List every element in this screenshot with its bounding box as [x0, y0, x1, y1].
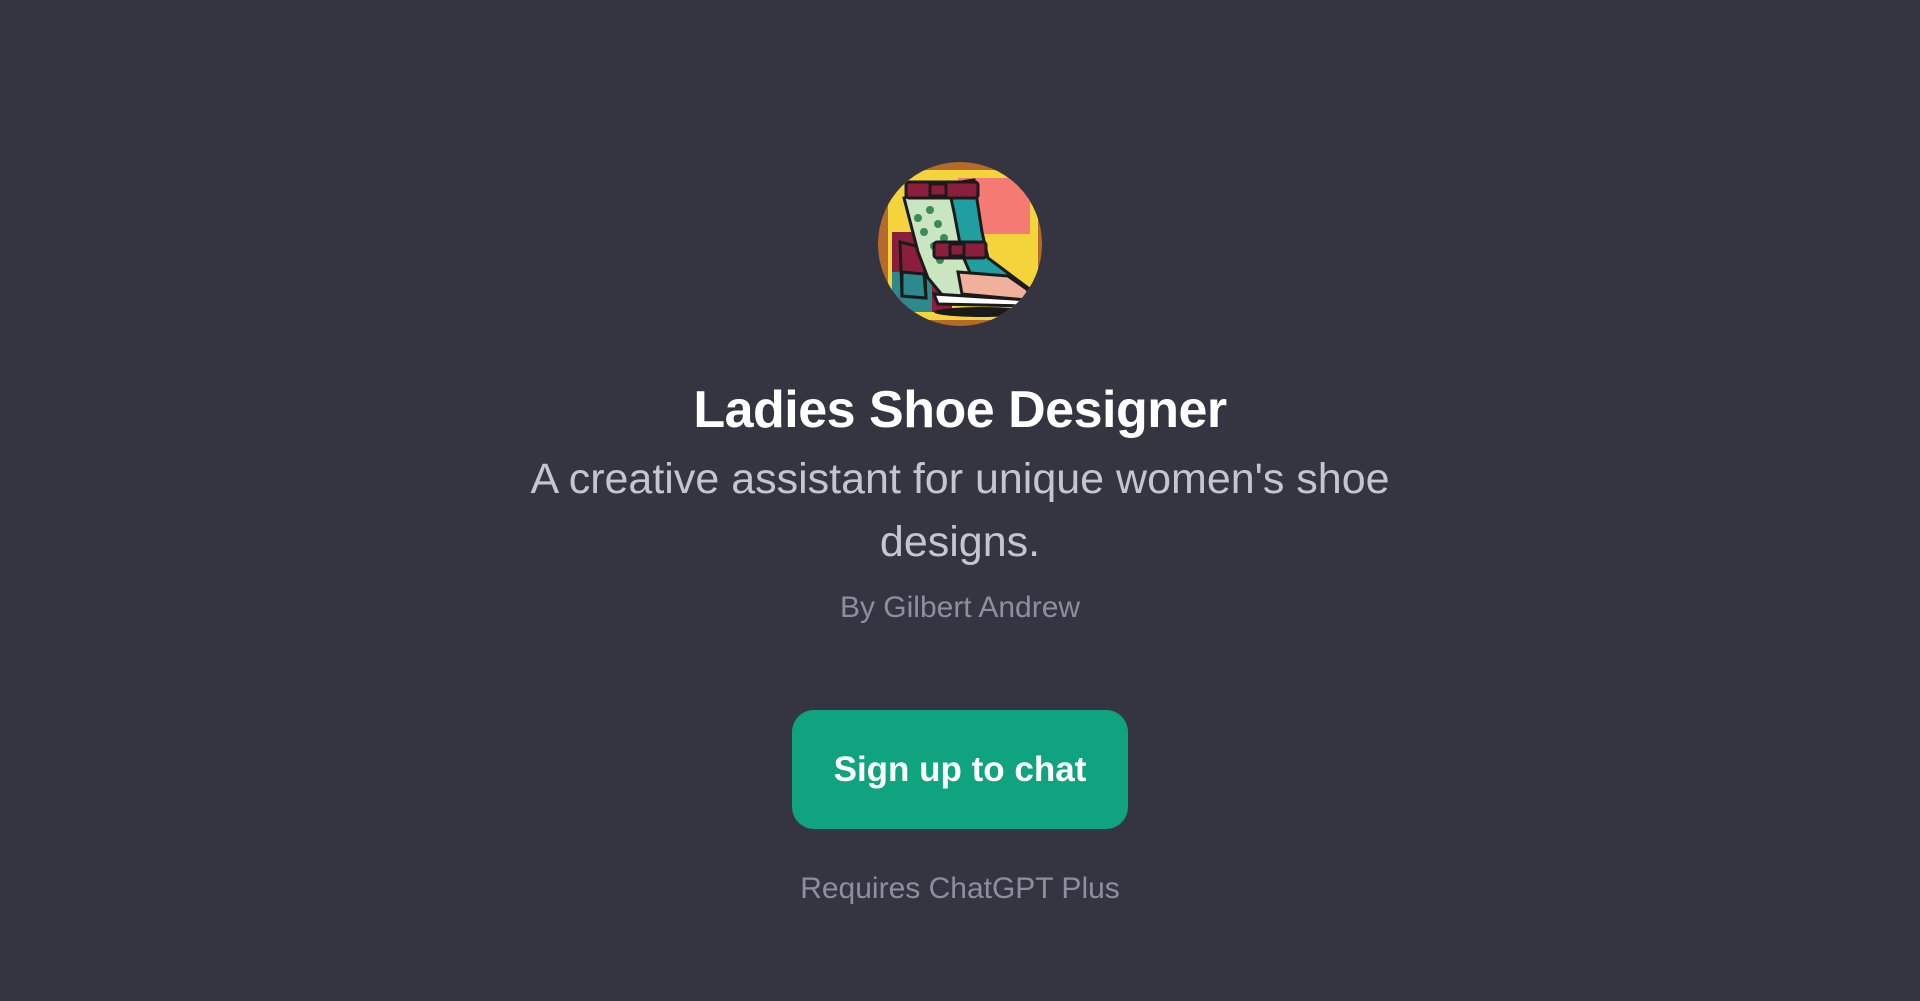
shoe-illustration-icon	[878, 162, 1042, 326]
gpt-landing-page: Ladies Shoe Designer A creative assistan…	[0, 0, 1920, 1001]
gpt-description: A creative assistant for unique women's …	[530, 455, 1390, 566]
gpt-title: Ladies Shoe Designer	[693, 381, 1227, 439]
requirement-note: Requires ChatGPT Plus	[800, 872, 1120, 905]
gpt-avatar	[878, 162, 1042, 326]
gpt-author: By Gilbert Andrew	[839, 591, 1081, 624]
sign-up-to-chat-button[interactable]: Sign up to chat	[792, 710, 1128, 829]
